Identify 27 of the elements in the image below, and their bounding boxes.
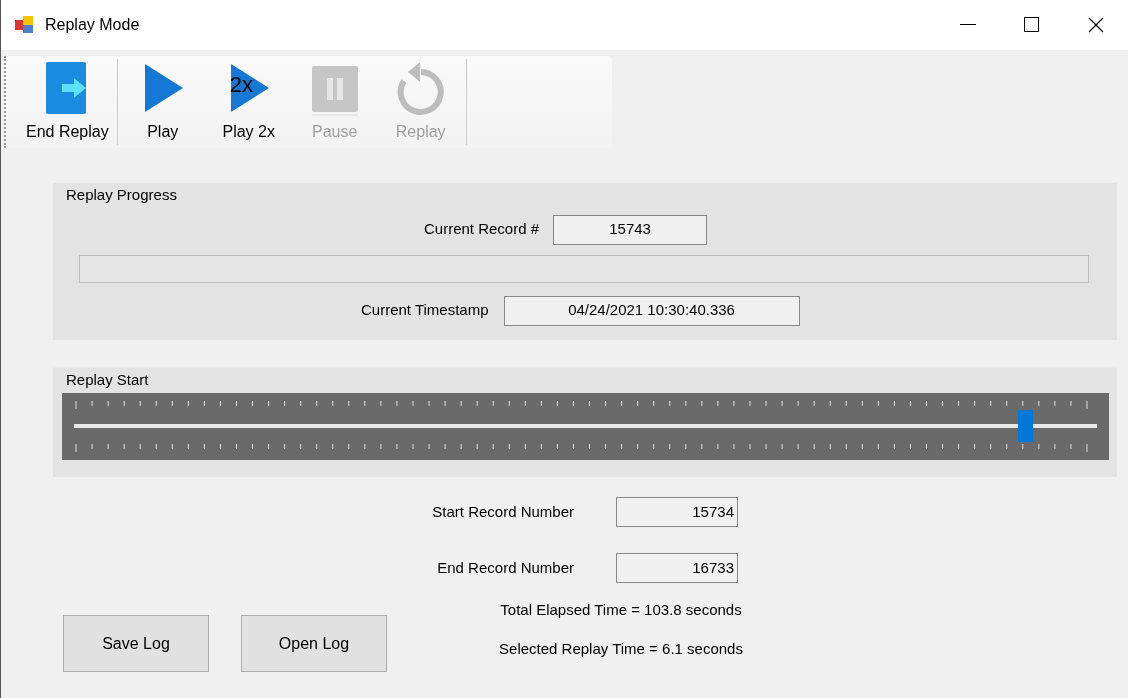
group-title: Replay Start bbox=[66, 370, 150, 390]
toolbar-button[interactable]: End Replay bbox=[20, 60, 115, 144]
selected-time-text: Selected Replay Time = 6.1 seconds bbox=[499, 638, 743, 659]
elapsed-time-text: Total Elapsed Time = 103.8 seconds bbox=[500, 600, 742, 620]
slider[interactable] bbox=[62, 392, 1109, 460]
minimize-icon bbox=[960, 24, 976, 26]
app-icon bbox=[15, 16, 35, 34]
pause-icon bbox=[311, 64, 358, 116]
log-button[interactable]: Save Log bbox=[63, 615, 209, 672]
maximize-icon bbox=[1024, 17, 1040, 33]
toolbar-button[interactable]: Play bbox=[119, 60, 206, 144]
timestamp-field[interactable]: 04/24/2021 10:30:40.336 bbox=[503, 295, 800, 326]
log-button[interactable]: Open Log bbox=[241, 615, 387, 672]
replay-icon bbox=[395, 60, 446, 116]
window-title: Replay Mode bbox=[45, 15, 140, 35]
field-label: Start Record Number bbox=[432, 501, 574, 522]
field-label: End Record Number bbox=[437, 557, 574, 578]
record-field[interactable]: 15743 bbox=[553, 214, 708, 245]
toolbar-button[interactable]: 2x Play 2x bbox=[205, 60, 292, 144]
group-title: Replay Progress bbox=[66, 185, 178, 205]
field-label: Current Record # bbox=[424, 219, 540, 240]
exit-icon bbox=[46, 60, 89, 116]
start-record-field[interactable]: 15734 bbox=[616, 497, 738, 527]
close-icon bbox=[1088, 17, 1104, 33]
end-record-field[interactable]: 16733 bbox=[616, 553, 738, 583]
field-label: Current Timestamp bbox=[361, 300, 489, 321]
slider-thumb[interactable] bbox=[1018, 410, 1034, 442]
